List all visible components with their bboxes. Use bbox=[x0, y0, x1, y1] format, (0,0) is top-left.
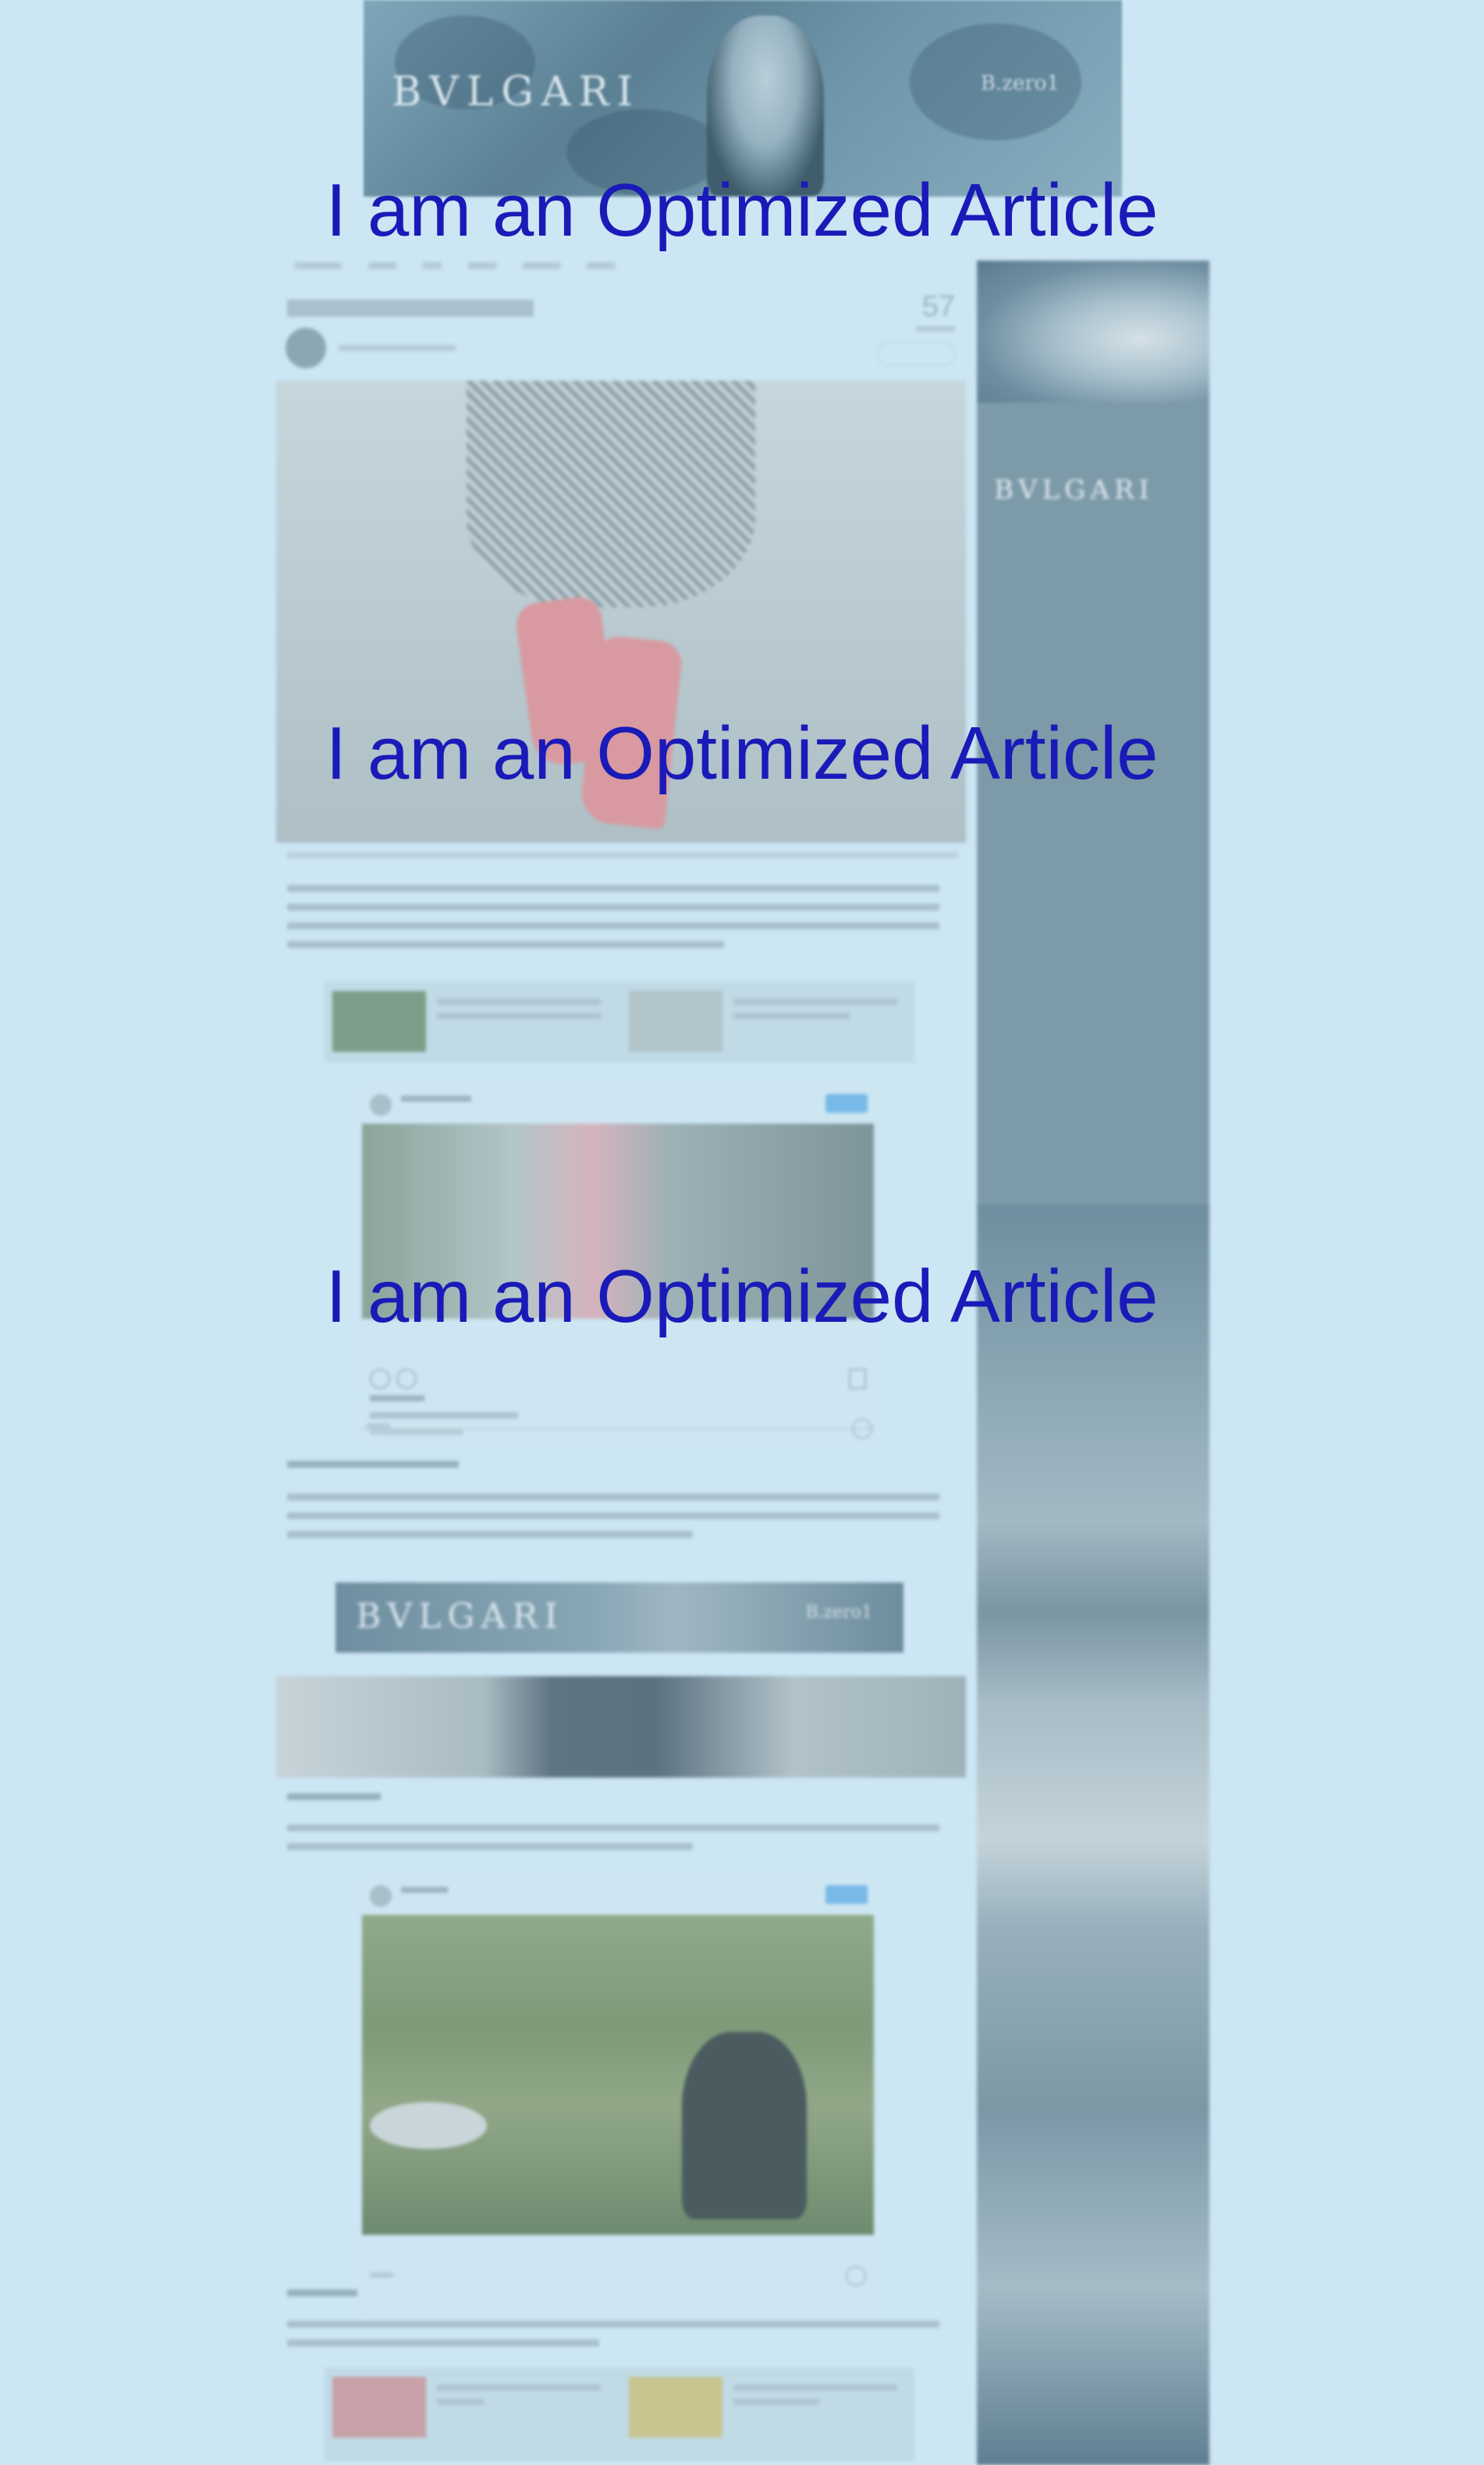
paragraph-line bbox=[287, 904, 939, 911]
mid-banner-sub-brand: B.zero1 bbox=[805, 1603, 872, 1622]
section-heading bbox=[287, 1793, 381, 1800]
related-title[interactable] bbox=[437, 2385, 601, 2391]
breadcrumb-nav[interactable] bbox=[295, 262, 615, 269]
embed-follow-button[interactable] bbox=[825, 1885, 868, 1904]
instagram-icon[interactable] bbox=[846, 2266, 866, 2286]
embed-table bbox=[370, 2102, 487, 2149]
sidebar-ad-panel: BVLGARI bbox=[977, 403, 1209, 1205]
sidebar-ad-model-image bbox=[977, 261, 1209, 403]
paragraph-line bbox=[287, 1512, 939, 1519]
related-title[interactable] bbox=[733, 1013, 850, 1019]
embed-avatar[interactable] bbox=[370, 1885, 392, 1907]
related-articles-box[interactable] bbox=[325, 2367, 914, 2461]
nav-item[interactable] bbox=[368, 262, 396, 269]
related-title[interactable] bbox=[437, 1013, 601, 1019]
paragraph-line bbox=[287, 941, 724, 948]
section-heading bbox=[287, 2289, 357, 2296]
comment-icon[interactable] bbox=[396, 1369, 417, 1389]
hero-skirt bbox=[467, 381, 755, 607]
embed-avatar[interactable] bbox=[370, 1094, 392, 1116]
view-count-label bbox=[916, 326, 955, 332]
embed-username[interactable] bbox=[401, 1887, 448, 1893]
embed-footer-label bbox=[370, 2272, 393, 2278]
nav-item[interactable] bbox=[423, 262, 442, 269]
instagram-icon[interactable] bbox=[852, 1419, 872, 1439]
nav-item[interactable] bbox=[468, 262, 496, 269]
embed-person bbox=[682, 2032, 807, 2219]
banner-brand-logo: BVLGARI bbox=[392, 69, 641, 115]
author-byline bbox=[339, 345, 456, 351]
nav-item[interactable] bbox=[523, 262, 560, 269]
embed-image[interactable] bbox=[362, 1915, 874, 2235]
mid-banner-brand-logo: BVLGARI bbox=[356, 1597, 564, 1636]
share-button[interactable] bbox=[877, 342, 955, 365]
related-thumbnail[interactable] bbox=[332, 991, 426, 1052]
image-caption bbox=[287, 852, 958, 858]
sidebar-ad[interactable]: BVLGARI bbox=[977, 261, 1209, 2465]
embed-follow-button[interactable] bbox=[825, 1094, 868, 1113]
paragraph-line bbox=[287, 2321, 939, 2328]
paragraph-line bbox=[287, 1824, 939, 1831]
embed-date bbox=[370, 1430, 463, 1435]
paragraph-line bbox=[287, 1494, 939, 1501]
embed-username[interactable] bbox=[401, 1096, 471, 1102]
paragraph-line bbox=[287, 922, 939, 929]
bookmark-icon[interactable] bbox=[849, 1369, 866, 1389]
article-image-strip bbox=[276, 1676, 966, 1778]
mid-banner-ad[interactable]: BVLGARI B.zero1 bbox=[335, 1582, 904, 1653]
instagram-embed[interactable] bbox=[362, 1876, 874, 2328]
related-thumbnail[interactable] bbox=[332, 2377, 426, 2438]
author-avatar[interactable] bbox=[286, 328, 326, 368]
sidebar-ad-jewelry-image bbox=[977, 1205, 1209, 2110]
related-title[interactable] bbox=[733, 2399, 819, 2405]
related-title[interactable] bbox=[437, 2399, 484, 2405]
sidebar-ad-brand-logo: BVLGARI bbox=[994, 474, 1154, 506]
sidebar-ad-lower-image bbox=[977, 2110, 1209, 2465]
nav-item[interactable] bbox=[587, 262, 615, 269]
paragraph-line bbox=[287, 1531, 693, 1538]
nav-item[interactable] bbox=[295, 262, 342, 269]
top-banner-ad[interactable]: BVLGARI B.zero1 bbox=[364, 0, 1122, 197]
paragraph-line bbox=[287, 1843, 693, 1850]
embed-likes bbox=[370, 1395, 424, 1401]
related-thumbnail[interactable] bbox=[629, 2377, 722, 2438]
divider bbox=[362, 1428, 874, 1430]
embed-caption bbox=[370, 1412, 518, 1419]
heart-icon[interactable] bbox=[370, 1369, 390, 1389]
related-thumbnail[interactable] bbox=[629, 991, 722, 1052]
banner-sub-brand: B.zero1 bbox=[980, 72, 1060, 95]
related-articles-box[interactable] bbox=[325, 982, 914, 1063]
optimized-headline: I am an Optimized Article bbox=[325, 712, 1159, 795]
optimized-headline: I am an Optimized Article bbox=[325, 1255, 1159, 1338]
paragraph-line bbox=[287, 2339, 599, 2346]
related-title[interactable] bbox=[733, 2385, 897, 2391]
optimized-headline: I am an Optimized Article bbox=[325, 169, 1159, 252]
article-column: 57 BVLGARI B.zero1 bbox=[276, 261, 966, 2465]
related-title[interactable] bbox=[437, 999, 601, 1005]
article-title bbox=[287, 300, 534, 317]
view-count: 57 bbox=[921, 290, 955, 323]
related-title[interactable] bbox=[733, 999, 897, 1005]
paragraph-line bbox=[287, 885, 939, 892]
embed-footer-label bbox=[367, 1423, 390, 1429]
section-heading bbox=[287, 1461, 459, 1468]
